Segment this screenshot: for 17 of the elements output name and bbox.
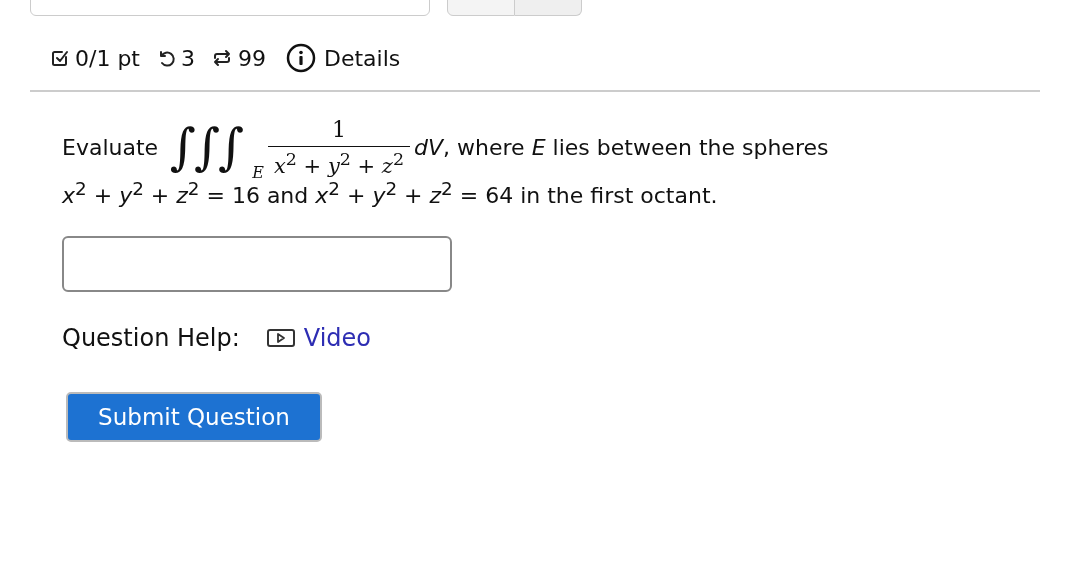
attempts-text: 99 [238,45,266,71]
help-label: Question Help: [62,324,240,353]
fraction-numerator: 1 [267,116,411,147]
fraction-denominator: x$^{2}$ + y$^{2}$ + z$^{2}$ [273,147,405,178]
question-text: dV, where E lies between the spheres [414,134,829,160]
checkbox-icon [50,48,70,68]
question-text: Evaluate [62,134,159,160]
info-icon [286,43,316,73]
score-text: 0/1 pt [75,45,140,71]
answer-field[interactable] [62,236,452,293]
video-link[interactable]: Video [265,324,372,353]
retries-text: 3 [181,45,195,71]
details-button[interactable]: Details [286,43,401,73]
repeat-icon [211,47,233,69]
play-icon [265,328,296,349]
integral-sign: ∫∫∫ [169,117,244,178]
submit-button[interactable]: Submit Question [66,392,322,443]
